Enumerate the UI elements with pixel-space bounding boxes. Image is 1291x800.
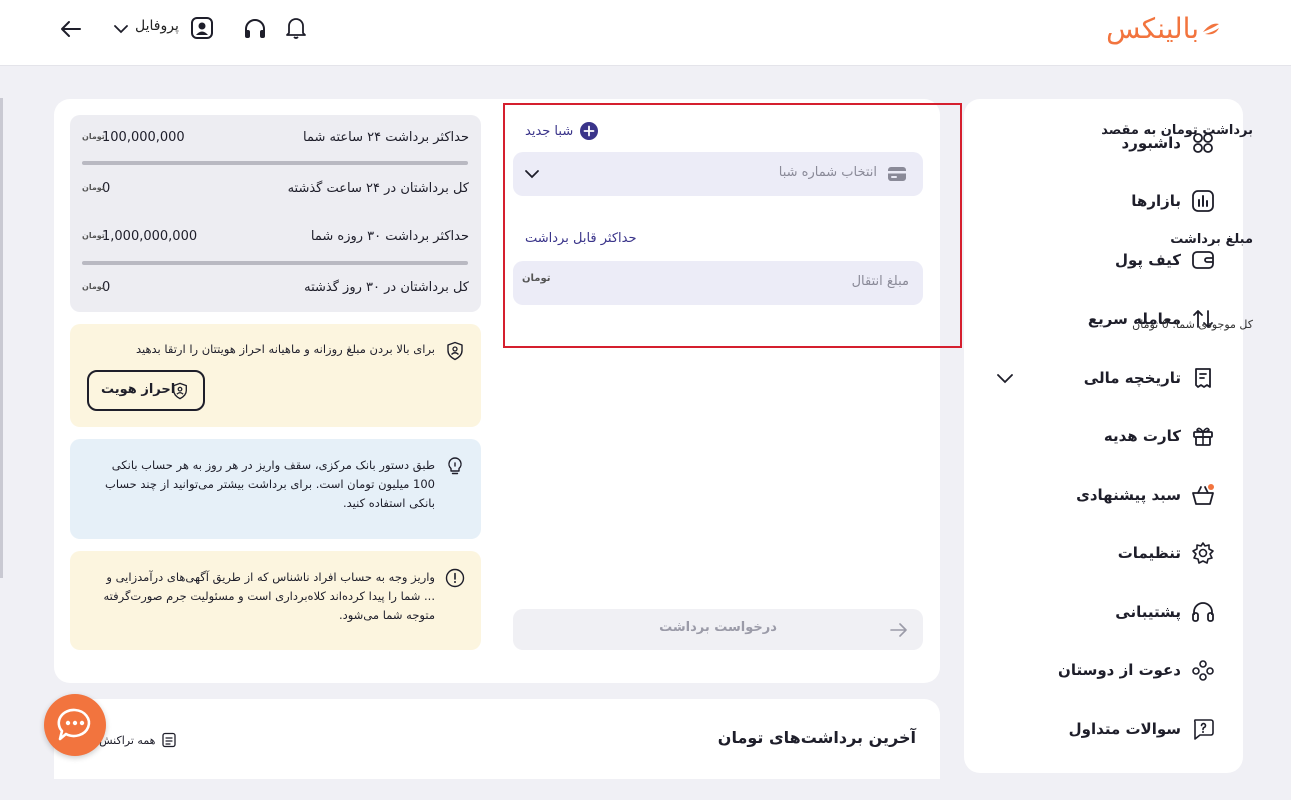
withdraw-request-button[interactable]: درخواست برداشت xyxy=(513,609,923,650)
user-icon[interactable] xyxy=(190,16,214,40)
sidebar-nav: داشبورد بازارها کیف پول معامله سریع تاری… xyxy=(964,99,1243,773)
limit-value: 1,000,000,000 xyxy=(102,229,198,244)
logo-mark-icon xyxy=(1203,23,1219,35)
new-sheba-label: شبا جدید xyxy=(525,123,574,139)
headset-icon[interactable] xyxy=(242,16,268,42)
sidebar-item-label: سبد پیشنهادی xyxy=(1076,486,1181,504)
chat-bubble-icon xyxy=(57,708,91,741)
users-icon xyxy=(1192,660,1214,681)
plus-circle-icon xyxy=(580,122,599,140)
fraud-warning-notice: واریز وجه به حساب افراد ناشناس که از طری… xyxy=(70,551,481,650)
balance-text: کل موجودی شما: 0 تومان xyxy=(1132,318,1253,331)
toman-unit: تومان xyxy=(82,183,105,192)
sidebar-item-wallet[interactable]: کیف پول xyxy=(1115,242,1215,278)
amount-placeholder: مبلغ انتقال xyxy=(851,274,909,289)
scrollbar-sliver xyxy=(0,98,3,578)
question-icon xyxy=(1193,719,1214,740)
profile-menu-label[interactable]: پروفایل xyxy=(135,18,179,34)
lightbulb-icon xyxy=(448,457,462,475)
sidebar-item-label: بازارها xyxy=(1131,192,1181,210)
bank-limit-notice: طبق دستور بانک مرکزی، سقف واریز در هر رو… xyxy=(70,439,481,539)
limit-value: 100,000,000 xyxy=(102,130,185,145)
shield-user-icon xyxy=(173,382,187,400)
document-icon xyxy=(162,732,177,748)
kyc-button[interactable]: احراز هویت xyxy=(87,370,205,411)
kyc-notice: برای بالا بردن مبلغ روزانه و ماهیانه احر… xyxy=(70,324,481,427)
sidebar-item-label: تاریخچه مالی xyxy=(1083,369,1181,387)
limits-panel: حداکثر برداشت ۲۴ ساعته شما 100,000,000 ت… xyxy=(70,115,481,312)
sidebar-item-invite-friends[interactable]: دعوت از دوستان xyxy=(1058,652,1215,688)
limit-label: حداکثر برداشت ۲۴ ساعته شما xyxy=(303,130,469,145)
kyc-notice-text: برای بالا بردن مبلغ روزانه و ماهیانه احر… xyxy=(135,342,435,356)
max-withdraw-link[interactable]: حداکثر قابل برداشت xyxy=(525,231,637,246)
chat-button[interactable] xyxy=(44,694,106,756)
amount-input[interactable]: مبلغ انتقال تومان xyxy=(513,261,923,305)
limit-label: حداکثر برداشت ۳۰ روزه شما xyxy=(310,229,469,244)
limit-label: کل برداشتان در ۲۴ ساعت گذشته xyxy=(287,181,469,196)
bell-icon[interactable] xyxy=(284,15,308,41)
bank-limit-notice-text: طبق دستور بانک مرکزی، سقف واریز در هر رو… xyxy=(105,458,435,510)
sidebar-item-markets[interactable]: بازارها xyxy=(1131,183,1215,219)
recent-withdrawals-card: آخرین برداشت‌های تومان همه تراکنش‌ها xyxy=(54,699,940,779)
kyc-button-label: احراز هویت xyxy=(101,382,176,397)
sidebar-item-label: دعوت از دوستان xyxy=(1058,661,1181,679)
amount-label: مبلغ برداشت xyxy=(1170,232,1253,247)
markets-icon xyxy=(1192,190,1214,212)
toman-unit: تومان xyxy=(82,282,105,291)
recent-withdrawals-title: آخرین برداشت‌های تومان xyxy=(717,728,916,747)
chevron-down-icon xyxy=(525,170,539,179)
toman-unit: تومان xyxy=(82,231,105,240)
sidebar-item-label: سوالات متداول xyxy=(1068,720,1181,738)
sidebar-item-support[interactable]: پشتیبانی xyxy=(1115,594,1215,630)
monthly-limit-bar xyxy=(82,261,468,265)
sidebar-item-financial-history[interactable]: تاریخچه مالی xyxy=(1084,360,1215,396)
sidebar-item-faq[interactable]: سوالات متداول xyxy=(1069,711,1215,747)
bank-card-icon xyxy=(888,167,906,181)
toman-unit: تومان xyxy=(522,273,551,284)
arrow-right-icon xyxy=(890,623,907,637)
sidebar-item-label: کارت هدیه xyxy=(1103,427,1181,445)
chevron-down-icon[interactable] xyxy=(994,367,1016,389)
sidebar-item-gift-card[interactable]: کارت هدیه xyxy=(1104,418,1215,454)
headset-icon xyxy=(1192,602,1214,622)
sidebar-item-label: تنظیمات xyxy=(1117,544,1181,562)
wallet-icon xyxy=(1192,251,1214,269)
gear-icon xyxy=(1192,542,1214,564)
logo[interactable]: بالینکس xyxy=(1106,8,1221,48)
sidebar-item-label: کیف پول xyxy=(1115,251,1181,269)
sidebar-item-suggested-basket[interactable]: سبد پیشنهادی xyxy=(1076,477,1215,513)
sidebar-item-settings[interactable]: تنظیمات xyxy=(1118,535,1215,571)
logo-text: بالینکس xyxy=(1106,11,1200,45)
gift-icon xyxy=(1193,427,1213,446)
sheba-select[interactable]: انتخاب شماره شبا xyxy=(513,152,923,196)
sidebar-item-label: پشتیبانی xyxy=(1115,603,1181,621)
receipt-icon xyxy=(1195,368,1211,388)
chevron-down-icon[interactable] xyxy=(112,20,130,38)
arrow-left-icon[interactable] xyxy=(58,16,84,42)
basket-icon xyxy=(1192,484,1214,505)
daily-limit-bar xyxy=(82,161,468,165)
fraud-warning-text: واریز وجه به حساب افراد ناشناس که از طری… xyxy=(103,570,435,622)
withdraw-title: برداشت تومان به مقصد xyxy=(1101,123,1253,138)
toman-unit: تومان xyxy=(82,132,105,141)
sheba-placeholder: انتخاب شماره شبا xyxy=(778,165,877,180)
shield-user-icon xyxy=(447,341,463,361)
top-header: بالینکس پروفایل xyxy=(0,0,1291,66)
withdraw-request-label: درخواست برداشت xyxy=(659,620,777,635)
warning-icon xyxy=(445,568,465,588)
new-sheba-button[interactable]: شبا جدید xyxy=(525,121,599,141)
limit-label: کل برداشتان در ۳۰ روز گذشته xyxy=(304,280,469,295)
